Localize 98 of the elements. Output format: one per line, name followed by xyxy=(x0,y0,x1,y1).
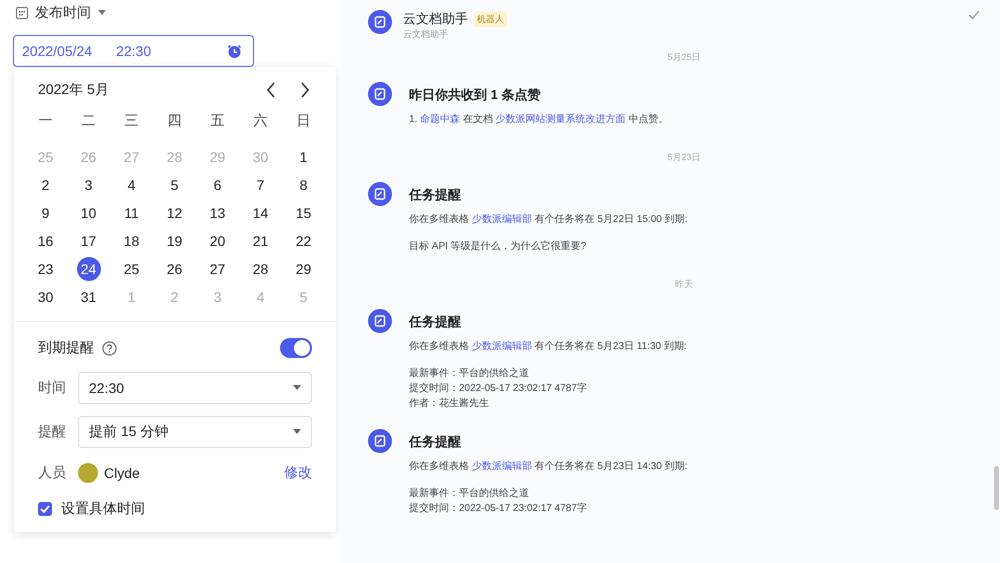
calendar-day[interactable]: 25 xyxy=(120,257,144,281)
message-text: 最新事件：平台的供给之道 xyxy=(409,488,529,499)
date-divider: 5月25日 xyxy=(667,51,701,64)
calendar-day[interactable]: 17 xyxy=(76,229,100,253)
date-time-field[interactable]: 2022/05/24 22:30 xyxy=(13,35,254,67)
toggle-switch[interactable] xyxy=(280,338,312,358)
scrollbar-thumb[interactable] xyxy=(994,466,999,510)
due-reminder-label: 到期提醒 xyxy=(38,339,94,357)
message-text: 有个任务将在 5月23日 14:30 到期: xyxy=(534,461,688,472)
calendar-day[interactable]: 18 xyxy=(120,229,144,253)
message-title: 任务提醒 xyxy=(409,186,462,204)
document-link[interactable]: 命题中森 xyxy=(420,114,460,125)
calendar-day[interactable]: 2 xyxy=(34,173,58,197)
weekday-label: 二 xyxy=(80,111,96,130)
calendar-day[interactable]: 1 xyxy=(292,145,316,169)
calendar-day[interactable]: 23 xyxy=(34,257,58,281)
bot-avatar-icon xyxy=(368,10,392,34)
message-text: 中点赞。 xyxy=(627,114,668,125)
alarm-clock-icon xyxy=(227,44,242,58)
avatar-icon xyxy=(78,463,98,483)
message-text: 你在多维表格 xyxy=(409,341,470,352)
calendar-icon xyxy=(16,7,28,19)
document-link[interactable]: 少数派网站测量系统改进方面 xyxy=(496,114,626,125)
message-text: 作者：花生酱先生 xyxy=(409,398,489,409)
message-text: 你在多维表格 xyxy=(409,214,470,225)
message-text: 提交时间：2022-05-17 23:02:17 4787字 xyxy=(409,383,587,394)
message-text: 有个任务将在 5月23日 11:30 到期: xyxy=(534,341,687,352)
message-text: 有个任务将在 5月22日 15:00 到期: xyxy=(534,214,688,225)
time-select[interactable]: 22:30 xyxy=(78,372,312,404)
calendar-day[interactable]: 7 xyxy=(248,173,272,197)
calendar-day[interactable]: 8 xyxy=(292,173,316,197)
calendar-day[interactable]: 9 xyxy=(34,201,58,225)
calendar-day[interactable]: 10 xyxy=(76,201,100,225)
message-text: 提交时间：2022-05-17 23:02:17 4787字 xyxy=(409,503,587,514)
remind-label: 提醒 xyxy=(38,423,67,441)
person-name: Clyde xyxy=(104,465,140,481)
person-label: 人员 xyxy=(38,464,67,482)
bot-avatar-icon xyxy=(368,82,392,106)
next-month-icon[interactable] xyxy=(300,82,310,98)
previous-month-icon[interactable] xyxy=(266,82,276,98)
help-icon[interactable] xyxy=(102,340,117,356)
date-divider: 5月23日 xyxy=(667,151,701,164)
calendar-day[interactable]: 28 xyxy=(248,257,272,281)
remind-select[interactable]: 提前 15 分钟 xyxy=(78,416,312,448)
calendar-day[interactable]: 30 xyxy=(34,285,58,309)
calendar-day[interactable]: 24 xyxy=(76,257,100,281)
month-title: 2022年 5月 xyxy=(38,81,109,99)
bot-avatar-icon xyxy=(368,182,392,206)
message-title: 昨日你共收到 1 条点赞 xyxy=(409,86,542,104)
weekday-label: 六 xyxy=(252,111,268,130)
calendar-day[interactable]: 19 xyxy=(162,229,186,253)
bot-avatar-icon xyxy=(368,429,392,453)
calendar-day[interactable]: 21 xyxy=(248,229,272,253)
calendar-day[interactable]: 14 xyxy=(248,201,272,225)
filter-label[interactable]: 发布时间 xyxy=(35,4,91,22)
calendar-day[interactable]: 29 xyxy=(292,257,316,281)
calendar-day[interactable]: 22 xyxy=(292,229,316,253)
calendar-day[interactable]: 13 xyxy=(206,201,230,225)
weekday-label: 四 xyxy=(166,111,182,130)
document-link[interactable]: 少数派编辑部 xyxy=(472,461,532,472)
calendar-day[interactable]: 31 xyxy=(76,285,100,309)
calendar-day[interactable]: 11 xyxy=(120,201,144,225)
weekday-label: 一 xyxy=(38,111,54,130)
bot-tag: 机器人 xyxy=(474,12,507,26)
weekday-label: 日 xyxy=(296,111,312,130)
calendar-day[interactable]: 6 xyxy=(206,173,230,197)
checkbox-label: 设置具体时间 xyxy=(61,500,145,518)
calendar-day[interactable]: 12 xyxy=(162,201,186,225)
caret-icon xyxy=(293,385,301,391)
message-text: 最新事件：平台的供给之道 xyxy=(409,368,529,379)
weekday-label: 三 xyxy=(124,111,140,130)
document-link[interactable]: 少数派编辑部 xyxy=(472,341,532,352)
caret-icon[interactable] xyxy=(98,10,106,16)
calendar-day[interactable]: 20 xyxy=(206,229,230,253)
calendar-day[interactable]: 26 xyxy=(162,257,186,281)
calendar-day[interactable]: 15 xyxy=(292,201,316,225)
document-link[interactable]: 少数派编辑部 xyxy=(472,214,532,225)
edit-link[interactable]: 修改 xyxy=(284,464,312,482)
calendar-day[interactable]: 4 xyxy=(120,173,144,197)
calendar-day[interactable]: 27 xyxy=(206,257,230,281)
calendar-day[interactable]: 16 xyxy=(34,229,58,253)
calendar-day[interactable]: 5 xyxy=(162,173,186,197)
sender-name: 云文档助手 xyxy=(403,10,468,28)
message-title: 任务提醒 xyxy=(409,313,462,331)
checkmark-icon[interactable] xyxy=(968,10,980,20)
checkbox[interactable] xyxy=(38,502,52,516)
sender-subtitle: 云文档助手 xyxy=(403,28,449,41)
time-label: 时间 xyxy=(38,379,67,397)
calendar-day[interactable]: 3 xyxy=(76,173,100,197)
message-title: 任务提醒 xyxy=(409,433,462,451)
caret-icon xyxy=(293,429,301,435)
date-divider: 昨天 xyxy=(675,278,693,291)
bot-avatar-icon xyxy=(368,309,392,333)
weekday-label: 五 xyxy=(210,111,226,130)
message-text: 在文档 xyxy=(462,114,494,125)
message-text: 你在多维表格 xyxy=(409,461,470,472)
message-text: 1. xyxy=(409,114,418,125)
message-text: 目标 API 等级是什么，为什么它很重要? xyxy=(409,241,586,252)
